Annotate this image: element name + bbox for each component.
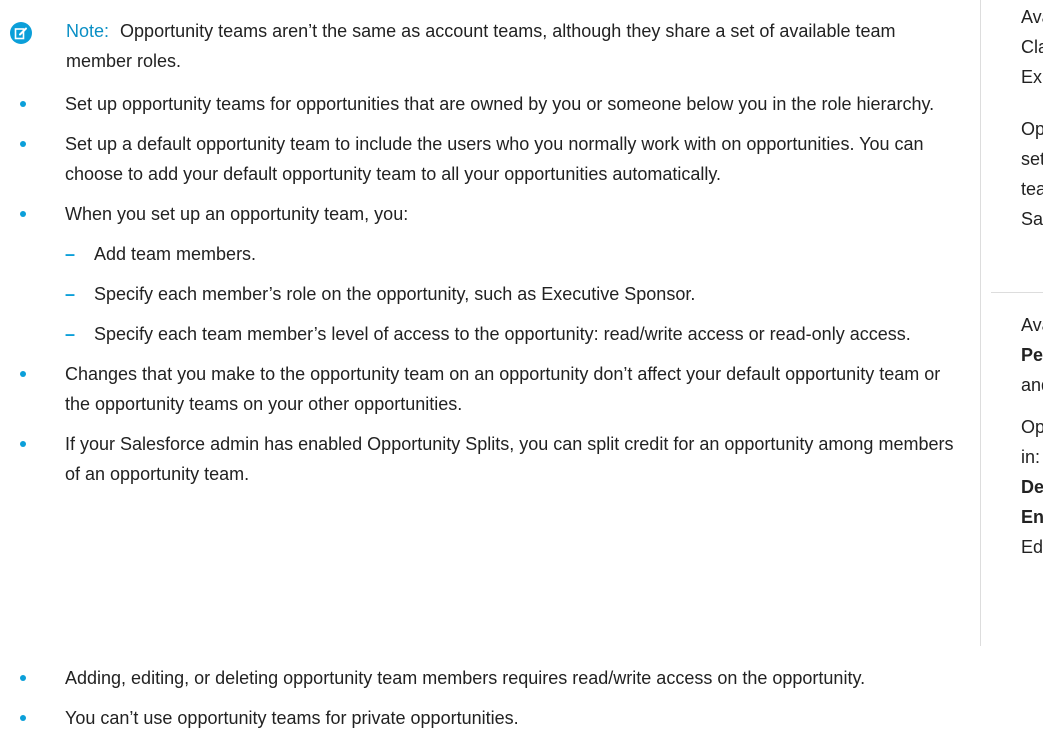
sidebar-line: sett — [1021, 149, 1043, 169]
list-item-text: When you set up an opportunity team, you… — [65, 204, 409, 224]
sidebar-line: Exp — [1021, 67, 1043, 87]
dash-bullet: – — [65, 244, 76, 264]
dash-bullet: – — [65, 324, 76, 344]
note-label: Note: — [66, 21, 110, 41]
list-item: Set up a default opportunity team to inc… — [10, 129, 960, 189]
list-item: If your Salesforce admin has enabled Opp… — [10, 429, 960, 489]
sub-item-text: Specify each team member’s level of acce… — [94, 324, 911, 344]
sidebar-line: Clas — [1021, 37, 1043, 57]
sub-list: – Add team members. – Specify each membe… — [65, 239, 960, 349]
list-item: Changes that you make to the opportunity… — [10, 359, 960, 419]
edit-note-icon — [10, 22, 32, 44]
bullet-list: Set up opportunity teams for opportuniti… — [10, 89, 960, 499]
sidebar-line: Dev — [1021, 477, 1043, 497]
editions-sidebar: Ava Clas Exp Opp sett tear Sale Ava Per … — [980, 0, 1043, 646]
list-item-text: You can’t use opportunity teams for priv… — [65, 708, 519, 728]
sidebar-editions-block: Opp in: I Dev Ente Edit — [1021, 412, 1043, 562]
list-item-text: Set up opportunity teams for opportuniti… — [65, 94, 935, 114]
bullet-dot — [20, 675, 26, 681]
note-body: Note: Opportunity teams aren’t the same … — [66, 16, 950, 76]
sidebar-line: Ava — [1021, 7, 1043, 27]
dash-bullet: – — [65, 284, 76, 304]
bullet-dot — [20, 101, 26, 107]
sub-list-item: – Specify each member’s role on the oppo… — [65, 279, 960, 309]
sidebar-line: Per — [1021, 345, 1043, 365]
bullet-dot — [20, 371, 26, 377]
note-text: Opportunity teams aren’t the same as acc… — [66, 21, 896, 71]
sidebar-line: Ente — [1021, 507, 1043, 527]
sidebar-line: Ava — [1021, 315, 1043, 335]
list-item-text: If your Salesforce admin has enabled Opp… — [65, 434, 954, 484]
list-item: When you set up an opportunity team, you… — [10, 199, 960, 349]
sub-item-text: Specify each member’s role on the opport… — [94, 284, 696, 304]
note-callout: Note: Opportunity teams aren’t the same … — [10, 16, 950, 76]
sub-list-item: – Specify each team member’s level of ac… — [65, 319, 960, 349]
list-item: Adding, editing, or deleting opportunity… — [10, 663, 1043, 693]
sidebar-line: Sale — [1021, 209, 1043, 229]
sub-item-text: Add team members. — [94, 244, 257, 264]
sidebar-line: in: I — [1021, 447, 1043, 467]
bullet-list-wide: Adding, editing, or deleting opportunity… — [10, 663, 1043, 743]
sub-list-item: – Add team members. — [65, 239, 960, 269]
sidebar-line: Edit — [1021, 537, 1043, 557]
bullet-dot — [20, 141, 26, 147]
list-item-text: Set up a default opportunity team to inc… — [65, 134, 924, 184]
bullet-dot — [20, 441, 26, 447]
sidebar-line: Opp — [1021, 417, 1043, 437]
sidebar-availability-block: Ava Per and — [1021, 310, 1043, 400]
sidebar-line: and — [1021, 375, 1043, 395]
sidebar-availability-block: Ava Clas Exp — [1021, 2, 1043, 92]
list-item: Set up opportunity teams for opportuniti… — [10, 89, 960, 119]
bullet-dot — [20, 715, 26, 721]
sidebar-feature-block: Opp sett tear Sale — [1021, 114, 1043, 234]
bullet-dot — [20, 211, 26, 217]
sidebar-line: Opp — [1021, 119, 1043, 139]
sidebar-divider — [991, 292, 1043, 293]
list-item-text: Changes that you make to the opportunity… — [65, 364, 941, 414]
list-item-text: Adding, editing, or deleting opportunity… — [65, 668, 866, 688]
sidebar-line: tear — [1021, 179, 1043, 199]
